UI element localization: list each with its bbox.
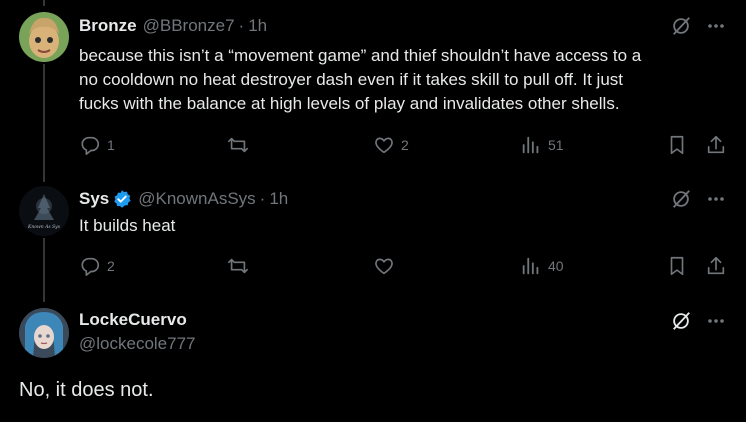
like-button[interactable]: 2 <box>373 134 409 156</box>
tweet-header: Sys @KnownAsSys · 1h <box>79 187 288 211</box>
thread-line <box>43 64 45 182</box>
grok-icon[interactable] <box>670 188 692 210</box>
views-button[interactable]: 51 <box>520 134 564 156</box>
reply-count: 2 <box>107 258 115 274</box>
tweet-text: because this isn’t a “movement game” and… <box>79 44 734 116</box>
views-button[interactable]: 40 <box>520 255 564 277</box>
avatar[interactable] <box>19 308 69 358</box>
author-block: LockeCuervo @lockecole777 <box>79 310 196 354</box>
views-icon <box>520 134 542 156</box>
reply-icon <box>79 134 101 156</box>
display-name[interactable]: LockeCuervo <box>79 310 196 330</box>
tweet-text-line: It builds heat <box>79 216 176 235</box>
tweet-text: It builds heat <box>79 214 734 238</box>
tweet-actions: 2 40 <box>0 255 746 279</box>
thread-line <box>43 0 45 6</box>
like-icon <box>373 134 395 156</box>
reply-button[interactable]: 1 <box>79 134 115 156</box>
user-handle[interactable]: @BBronze7 <box>143 16 235 36</box>
bookmark-button[interactable] <box>667 134 687 156</box>
repost-icon <box>227 134 249 156</box>
share-button[interactable] <box>705 134 727 156</box>
user-handle[interactable]: @lockecole777 <box>79 334 196 354</box>
repost-icon <box>227 255 249 277</box>
separator-dot: · <box>238 16 245 35</box>
tweet-header: Bronze @BBronze7 · 1h <box>79 14 267 38</box>
repost-button[interactable] <box>227 255 255 277</box>
views-count: 40 <box>548 258 564 274</box>
display-name[interactable]: Bronze <box>79 16 137 36</box>
views-icon <box>520 255 542 277</box>
more-icon[interactable] <box>706 16 726 36</box>
bookmark-button[interactable] <box>667 255 687 277</box>
tweet-actions: 1 2 51 <box>0 134 746 158</box>
grok-icon[interactable] <box>670 310 692 332</box>
like-icon <box>373 255 395 277</box>
display-name[interactable]: Sys <box>79 189 109 209</box>
tweet-text-line: fucks with the balance at high levels of… <box>79 94 620 113</box>
bookmark-icon <box>667 255 687 277</box>
views-count: 51 <box>548 137 564 153</box>
tweet-text-line: because this isn’t a “movement game” and… <box>79 46 642 65</box>
timestamp[interactable]: 1h <box>269 189 288 209</box>
tweet-top-icons <box>670 15 726 37</box>
separator-dot: · <box>259 189 266 208</box>
avatar[interactable] <box>19 12 69 62</box>
share-button[interactable] <box>705 255 727 277</box>
reply-count: 1 <box>107 137 115 153</box>
tweet-top-icons <box>670 310 726 332</box>
verified-icon <box>112 189 132 209</box>
share-icon <box>705 255 727 277</box>
main-tweet-text: No, it does not. <box>19 379 154 401</box>
reply-icon <box>79 255 101 277</box>
tweet-text-line: no cooldown no heat destroyer dash even … <box>79 70 623 89</box>
like-count: 2 <box>401 137 409 153</box>
tweet-top-icons <box>670 188 726 210</box>
bookmark-icon <box>667 134 687 156</box>
avatar[interactable]: Known As Sys <box>19 186 69 236</box>
repost-button[interactable] <box>227 134 255 156</box>
more-icon[interactable] <box>706 311 726 331</box>
share-icon <box>705 134 727 156</box>
avatar-caption: Known As Sys <box>27 224 61 230</box>
reply-button[interactable]: 2 <box>79 255 115 277</box>
grok-icon[interactable] <box>670 15 692 37</box>
like-button[interactable] <box>373 255 401 277</box>
user-handle[interactable]: @KnownAsSys <box>138 189 255 209</box>
more-icon[interactable] <box>706 189 726 209</box>
timestamp[interactable]: 1h <box>248 16 267 36</box>
